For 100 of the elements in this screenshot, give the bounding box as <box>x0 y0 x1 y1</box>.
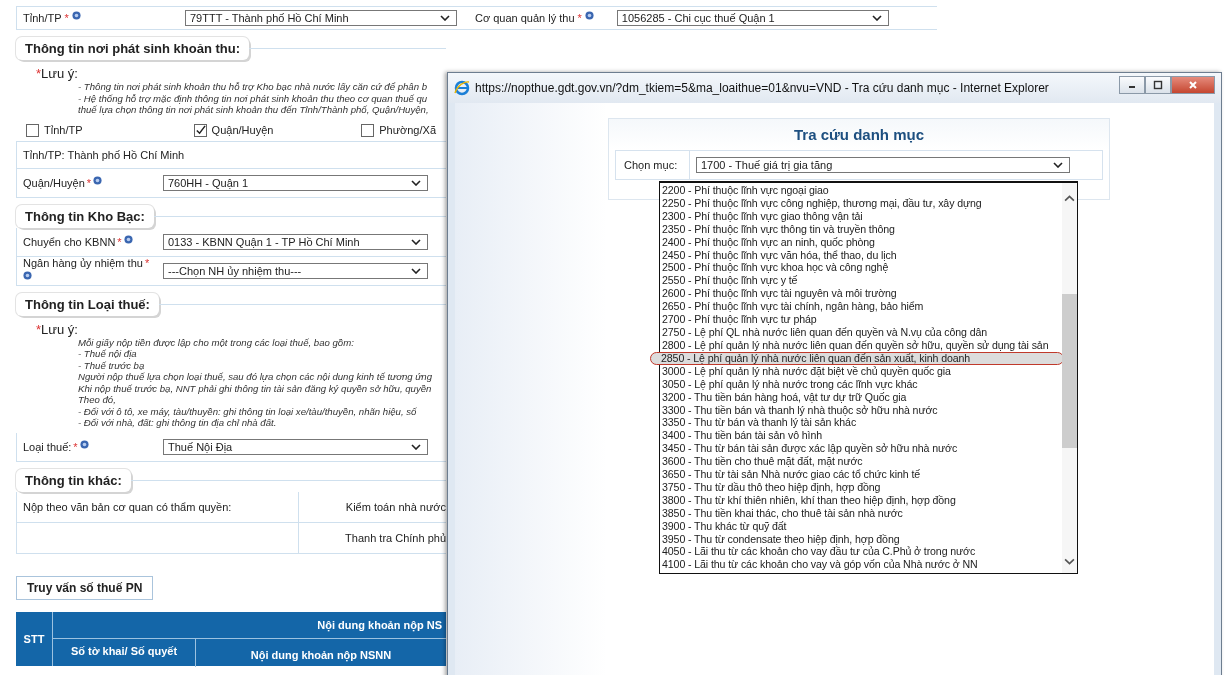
required-mark: * <box>73 440 78 453</box>
note-text: - Thông tin nơi phát sinh khoản thu hỗ trợ Kho bạc nhà nước lấy căn cứ để phân b <box>77 81 429 93</box>
checkbox-label: Phường/Xã <box>379 124 436 136</box>
field-label: Nộp theo văn bản cơ quan có thẩm quyền: <box>23 500 232 513</box>
scrollbar[interactable] <box>1062 183 1077 573</box>
note-text: Người nộp thuế lựa chọn loại thuế, sau đó lựa chọn các nội dung kinh tế tương ứng <box>77 371 434 383</box>
select-field[interactable]: Thuế Nội Địa <box>163 438 428 455</box>
select-field[interactable]: 0133 - KBNN Quận 1 - TP Hồ Chí Minh <box>163 233 428 250</box>
dropdown-option[interactable]: 2350 - Phí thuộc lĩnh vực thông tin và truyền thông <box>660 222 1062 236</box>
required-mark: * <box>117 235 122 248</box>
dropdown-option[interactable]: 3050 - Lệ phí quản lý nhà nước trong các lĩnh vực khác <box>660 377 1062 391</box>
column-header: Nội dung khoản nộp NS <box>53 611 446 639</box>
help-icon[interactable] <box>584 11 594 20</box>
required-mark: * <box>577 12 582 24</box>
note-text: Mỗi giấy nộp tiền được lập cho một trong các loại thuế, bao gồm: <box>77 336 355 348</box>
dropdown-option[interactable]: 4100 - Lãi thu từ các khoản cho vay và góp vốn của Nhà nước ở NN <box>660 558 1062 572</box>
dropdown-option[interactable]: 3900 - Thu khác từ quỹ đất <box>660 519 1062 533</box>
checkbox[interactable] <box>361 123 375 137</box>
dropdown-option[interactable]: 2450 - Phí thuộc lĩnh vực văn hóa, thể thao, du lịch <box>660 248 1062 262</box>
dropdown-option[interactable]: 3400 - Thu tiền bán tài sản vô hình <box>660 429 1062 443</box>
dropdown-option[interactable]: 2750 - Lệ phí QL nhà nước liên quan đến quyền và N.vụ của công dân <box>660 325 1062 339</box>
scroll-up-icon[interactable] <box>1064 195 1075 202</box>
browser-logo-icon <box>454 80 470 96</box>
column-header: Số tờ khai/ Số quyết <box>53 638 196 667</box>
section-header: Thông tin Kho Bạc: <box>16 204 154 228</box>
select-field[interactable]: 79TTT - Thành phố Hồ Chí Minh <box>185 10 457 26</box>
dropdown-option[interactable]: 2400 - Phí thuộc lĩnh vực an ninh, quốc phòng <box>660 235 1062 249</box>
dropdown-option[interactable]: 3350 - Thu từ bán và thanh lý tài sản khác <box>660 416 1062 430</box>
dropdown-option[interactable]: 2600 - Phí thuộc lĩnh vực tài nguyên và môi trường <box>660 287 1062 301</box>
checkbox-label: Tỉnh/TP <box>44 124 83 136</box>
select-field[interactable]: 760HH - Quận 1 <box>163 174 428 191</box>
dropdown-option[interactable]: 3950 - Thu từ condensate theo hiệp định, hợp đồng <box>660 532 1062 546</box>
section-header: Thông tin Loại thuế: <box>16 292 159 316</box>
note-text: thuế lựa chọn thông tin nơi phát sinh khoản thu đến Tỉnh/Thành phố, Quận/Huyện, <box>77 104 430 116</box>
field-label: Chọn mục: <box>616 151 690 179</box>
checkbox[interactable] <box>26 123 39 137</box>
dropdown-option[interactable]: 3600 - Thu tiền cho thuê mặt đất, mặt nước <box>660 455 1062 469</box>
checkbox[interactable] <box>193 123 207 137</box>
section-header: Thông tin nơi phát sinh khoản thu: <box>16 37 250 60</box>
query-button[interactable]: Truy vấn số thuế PN <box>16 575 154 600</box>
select-field[interactable]: ---Chọn NH ủy nhiệm thu--- <box>163 262 428 279</box>
note-text: Theo đó, <box>77 394 117 406</box>
minimize-button[interactable] <box>1119 76 1145 94</box>
field-label: Tỉnh/TP <box>23 12 62 24</box>
option-label: Kiểm toán nhà nước <box>345 500 446 513</box>
dropdown-option[interactable]: 3850 - Thu tiền khai thác, cho thuê tài sản nhà nước <box>660 506 1062 520</box>
scroll-down-icon[interactable] <box>1064 558 1075 565</box>
note-text: - Đối với ô tô, xe máy, tàu/thuyền: ghi thông tin loại xe/tàu/thuyền, nhãn hiệu, số <box>77 405 418 417</box>
window-title: https://nopthue.gdt.gov.vn/?dm_tkiem=5&ma_loaithue=01&nvu=VND - Tra cứu danh mục - Internet Explorer <box>475 81 1049 95</box>
dropdown-option[interactable]: 3650 - Thu từ tài sản Nhà nước giao các tổ chức kinh tế <box>660 468 1062 481</box>
field-label: Quận/Huyện <box>23 176 85 189</box>
dropdown-option[interactable]: 3450 - Thu từ bán tài sản được xác lập quyền sở hữu nhà nước <box>660 442 1062 456</box>
note-text: - Đối với nhà, đất: ghi thông tin địa chỉ nhà đất. <box>77 417 278 429</box>
field-label: Chuyển cho KBNN <box>23 235 116 248</box>
dropdown-option[interactable]: 2550 - Phí thuộc lĩnh vực y tế <box>660 274 1062 288</box>
field-label: Ngân hàng ủy nhiệm thu <box>23 256 143 269</box>
dropdown-option[interactable]: 2700 - Phí thuộc lĩnh vực tư pháp <box>660 313 1062 326</box>
dropdown-option[interactable]: 3000 - Lệ phí quản lý nhà nước đặt biệt về chủ quyền quốc gia <box>660 364 1062 378</box>
required-mark: * <box>36 321 42 337</box>
required-mark: * <box>144 256 150 269</box>
note-label: Lưu ý: <box>41 66 78 81</box>
column-header: Nội dung khoản nộp NSNN <box>249 647 393 664</box>
close-button[interactable] <box>1171 76 1215 94</box>
checkbox-label: Quận/Huyện <box>211 124 274 136</box>
dropdown-option[interactable]: 3750 - Thu từ dầu thô theo hiệp định, hợp đồng <box>660 480 1062 494</box>
dropdown-option[interactable]: 2850 - Lệ phí quản lý nhà nước liên quan đến sản xuất, kinh doanh <box>650 351 1064 365</box>
dropdown-option[interactable]: 2200 - Phí thuộc lĩnh vực ngoại giao <box>660 184 1062 197</box>
dropdown-option[interactable]: 2650 - Phí thuộc lĩnh vực tài chính, ngân hàng, bảo hiểm <box>660 300 1062 314</box>
maximize-button[interactable] <box>1145 76 1171 94</box>
column-header: STT <box>16 611 53 666</box>
help-icon[interactable] <box>93 175 103 185</box>
dropdown-option[interactable]: 2500 - Phí thuộc lĩnh vực khoa học và công nghệ <box>660 261 1062 275</box>
field-label: Cơ quan quản lý thu <box>475 12 575 24</box>
help-icon[interactable] <box>71 11 81 20</box>
note-text: - Thuế nội địa <box>77 348 138 360</box>
dropdown-option[interactable]: 2800 - Lệ phí quản lý nhà nước liên quan đến quyền sở hữu, quyền sử dụng tài sản <box>660 338 1062 352</box>
help-icon[interactable] <box>123 234 133 244</box>
dropdown-option[interactable]: 4050 - Lãi thu từ các khoản cho vay đầu tư của C.Phủ ở trong nước <box>660 545 1062 559</box>
option-label: Thanh tra Chính phủ <box>345 531 446 544</box>
close-icon <box>1188 80 1198 90</box>
dropdown-option[interactable]: 2300 - Phí thuộc lĩnh vực giao thông vận tải <box>660 209 1062 223</box>
select-field[interactable]: 1056285 - Chi cục thuế Quận 1 <box>616 10 889 26</box>
help-icon[interactable] <box>79 439 89 449</box>
maximize-icon <box>1153 80 1163 90</box>
required-mark: * <box>36 66 42 81</box>
note-text: Khi nộp thuế trước bạ, NNT phải ghi thông tin tài sản đăng ký quyền sở hữu, quyền <box>77 382 433 394</box>
dropdown-option[interactable]: 3800 - Thu từ khí thiên nhiên, khí than theo hiệp định, hợp đồng <box>660 493 1062 507</box>
note-text: - Hệ thống hỗ trợ mặc định thông tin nơi phát sinh khoản thu theo cơ quan thuế qu <box>77 92 429 104</box>
note-label: Lưu ý: <box>41 321 78 337</box>
province-text: Tỉnh/TP: Thành phố Hồ Chí Minh <box>23 148 185 161</box>
dropdown-option[interactable]: 3200 - Thu tiền bán hàng hoá, vật tư dự trữ Quốc gia <box>660 390 1062 404</box>
help-icon[interactable] <box>23 270 32 280</box>
select-field[interactable]: 1700 - Thuế giá trị gia tăng <box>696 157 1070 173</box>
required-mark: * <box>86 176 92 189</box>
section-header: Thông tin khác: <box>16 468 131 492</box>
note-text: - Thuế trước bạ <box>77 359 146 371</box>
dropdown-option[interactable]: 2250 - Phí thuộc lĩnh vực công nghiệp, thương mại, đầu tư, xây dựng <box>660 196 1062 210</box>
dropdown-option[interactable]: 3300 - Thu tiền bán và thanh lý nhà thuộc sở hữu nhà nước <box>660 403 1062 417</box>
field-label: Loại thuế: <box>23 440 72 453</box>
required-mark: * <box>64 12 69 24</box>
